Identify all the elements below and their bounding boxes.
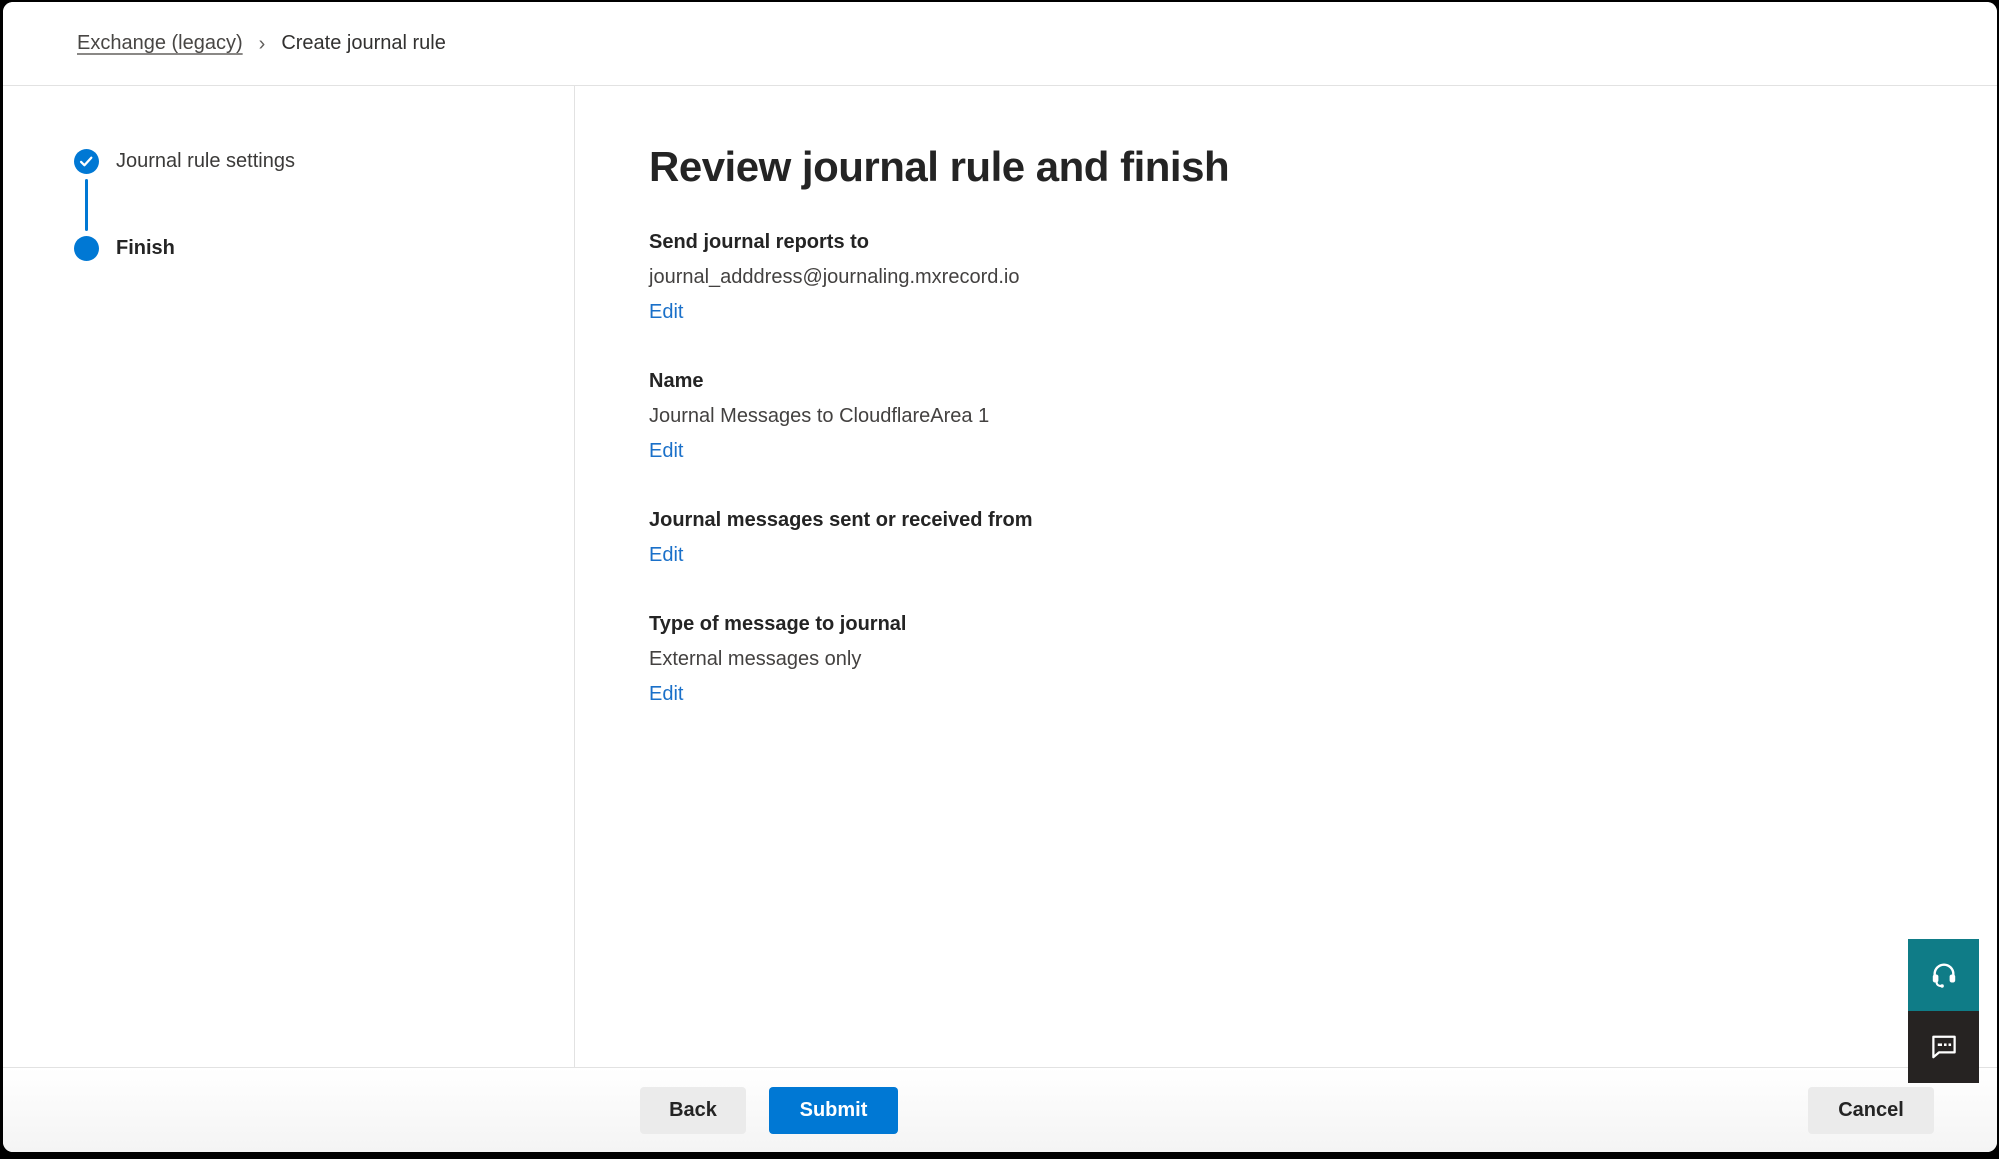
section-label: Send journal reports to bbox=[649, 229, 1957, 255]
rule-name-value: Journal Messages to CloudflareArea 1 bbox=[649, 403, 1957, 429]
step-finish[interactable]: Finish bbox=[74, 236, 574, 261]
step-label: Journal rule settings bbox=[116, 150, 295, 173]
feedback-button[interactable] bbox=[1908, 1011, 1979, 1083]
step-connector bbox=[85, 179, 88, 231]
top-bar: Exchange (legacy) › Create journal rule bbox=[3, 2, 1997, 86]
back-button[interactable]: Back bbox=[640, 1087, 746, 1134]
footer-action-bar: Back Submit Cancel bbox=[3, 1067, 1997, 1152]
footer-left-buttons: Back Submit bbox=[640, 1087, 898, 1134]
breadcrumb: Exchange (legacy) › Create journal rule bbox=[77, 32, 446, 55]
step-journal-rule-settings[interactable]: Journal rule settings bbox=[74, 149, 574, 174]
edit-name-link[interactable]: Edit bbox=[649, 438, 683, 464]
edit-scope-link[interactable]: Edit bbox=[649, 542, 683, 568]
step-label: Finish bbox=[116, 237, 175, 260]
section-label: Journal messages sent or received from bbox=[649, 507, 1957, 533]
main-content: Review journal rule and finish Send jour… bbox=[575, 86, 1997, 1067]
headset-icon bbox=[1928, 958, 1960, 993]
step-current-dot-icon bbox=[74, 236, 99, 261]
chat-icon bbox=[1927, 1029, 1961, 1066]
section-name: Name Journal Messages to CloudflareArea … bbox=[649, 368, 1957, 464]
section-send-journal-reports-to: Send journal reports to journal_adddress… bbox=[649, 229, 1957, 325]
page-title: Review journal rule and finish bbox=[649, 142, 1957, 192]
journal-report-address-value: journal_adddress@journaling.mxrecord.io bbox=[649, 264, 1957, 290]
floating-side-buttons bbox=[1908, 939, 1979, 1083]
edit-message-type-link[interactable]: Edit bbox=[649, 681, 683, 707]
section-type-of-message: Type of message to journal External mess… bbox=[649, 611, 1957, 707]
section-journal-messages-sent-or-received: Journal messages sent or received from E… bbox=[649, 507, 1957, 568]
content-row: Journal rule settings Finish Review jour… bbox=[3, 86, 1997, 1067]
breadcrumb-chevron-icon: › bbox=[259, 34, 266, 54]
breadcrumb-exchange-legacy[interactable]: Exchange (legacy) bbox=[77, 32, 243, 55]
message-type-value: External messages only bbox=[649, 646, 1957, 672]
step-completed-check-icon bbox=[74, 149, 99, 174]
submit-button[interactable]: Submit bbox=[769, 1087, 898, 1134]
cancel-button[interactable]: Cancel bbox=[1808, 1087, 1934, 1134]
support-button[interactable] bbox=[1908, 939, 1979, 1011]
breadcrumb-create-journal-rule: Create journal rule bbox=[281, 32, 446, 55]
edit-send-journal-reports-link[interactable]: Edit bbox=[649, 299, 683, 325]
section-label: Name bbox=[649, 368, 1957, 394]
review-sections: Send journal reports to journal_adddress… bbox=[649, 229, 1957, 707]
app-window: Exchange (legacy) › Create journal rule … bbox=[3, 2, 1997, 1152]
section-label: Type of message to journal bbox=[649, 611, 1957, 637]
wizard-steps-panel: Journal rule settings Finish bbox=[3, 86, 575, 1067]
